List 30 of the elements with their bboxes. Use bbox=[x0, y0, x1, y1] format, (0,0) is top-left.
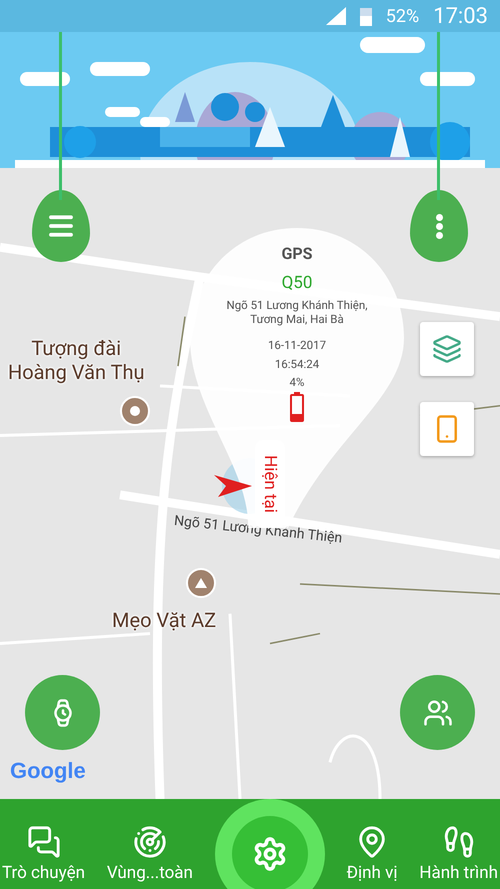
direction-arrow-icon bbox=[214, 473, 252, 499]
phone-button[interactable] bbox=[420, 402, 474, 456]
menu-button[interactable] bbox=[32, 190, 90, 262]
device-name: Q50 bbox=[282, 273, 312, 293]
settings-icon bbox=[252, 836, 288, 872]
nav-item[interactable]: Trò chuyện bbox=[2, 825, 85, 883]
place-label: Tượng đài Hoàng Văn Thụ bbox=[8, 336, 145, 384]
more-icon bbox=[436, 214, 442, 238]
chat-icon bbox=[26, 825, 60, 859]
battery-percent: 52% bbox=[386, 6, 420, 26]
place-pin-icon bbox=[120, 396, 150, 426]
shop-pin-icon bbox=[186, 568, 216, 598]
battery-text: 4% bbox=[288, 376, 306, 390]
battery-icon bbox=[360, 6, 372, 26]
google-logo: Google bbox=[10, 758, 86, 784]
nav-item[interactable]: Vùng...toàn bbox=[106, 825, 193, 883]
nav-item[interactable]: Định vị bbox=[346, 825, 398, 883]
layers-button[interactable] bbox=[420, 322, 474, 376]
clock: 17:03 bbox=[433, 4, 488, 28]
date-text: 16-11-2017 bbox=[266, 338, 328, 352]
address-text: Ngõ 51 Lương Khánh Thiện, Tương Mai, Hai Bà bbox=[226, 299, 368, 327]
popup-title: GPS bbox=[281, 244, 313, 263]
radar-icon bbox=[132, 825, 167, 859]
nav-item[interactable]: Hành trình bbox=[419, 825, 498, 883]
place-label: Mẹo Vặt AZ bbox=[112, 608, 216, 632]
time-text: 16:54:24 bbox=[274, 358, 320, 372]
people-icon bbox=[422, 698, 452, 728]
low-battery-icon bbox=[290, 392, 304, 422]
layers-icon bbox=[432, 334, 462, 364]
signal-icon bbox=[326, 7, 346, 25]
